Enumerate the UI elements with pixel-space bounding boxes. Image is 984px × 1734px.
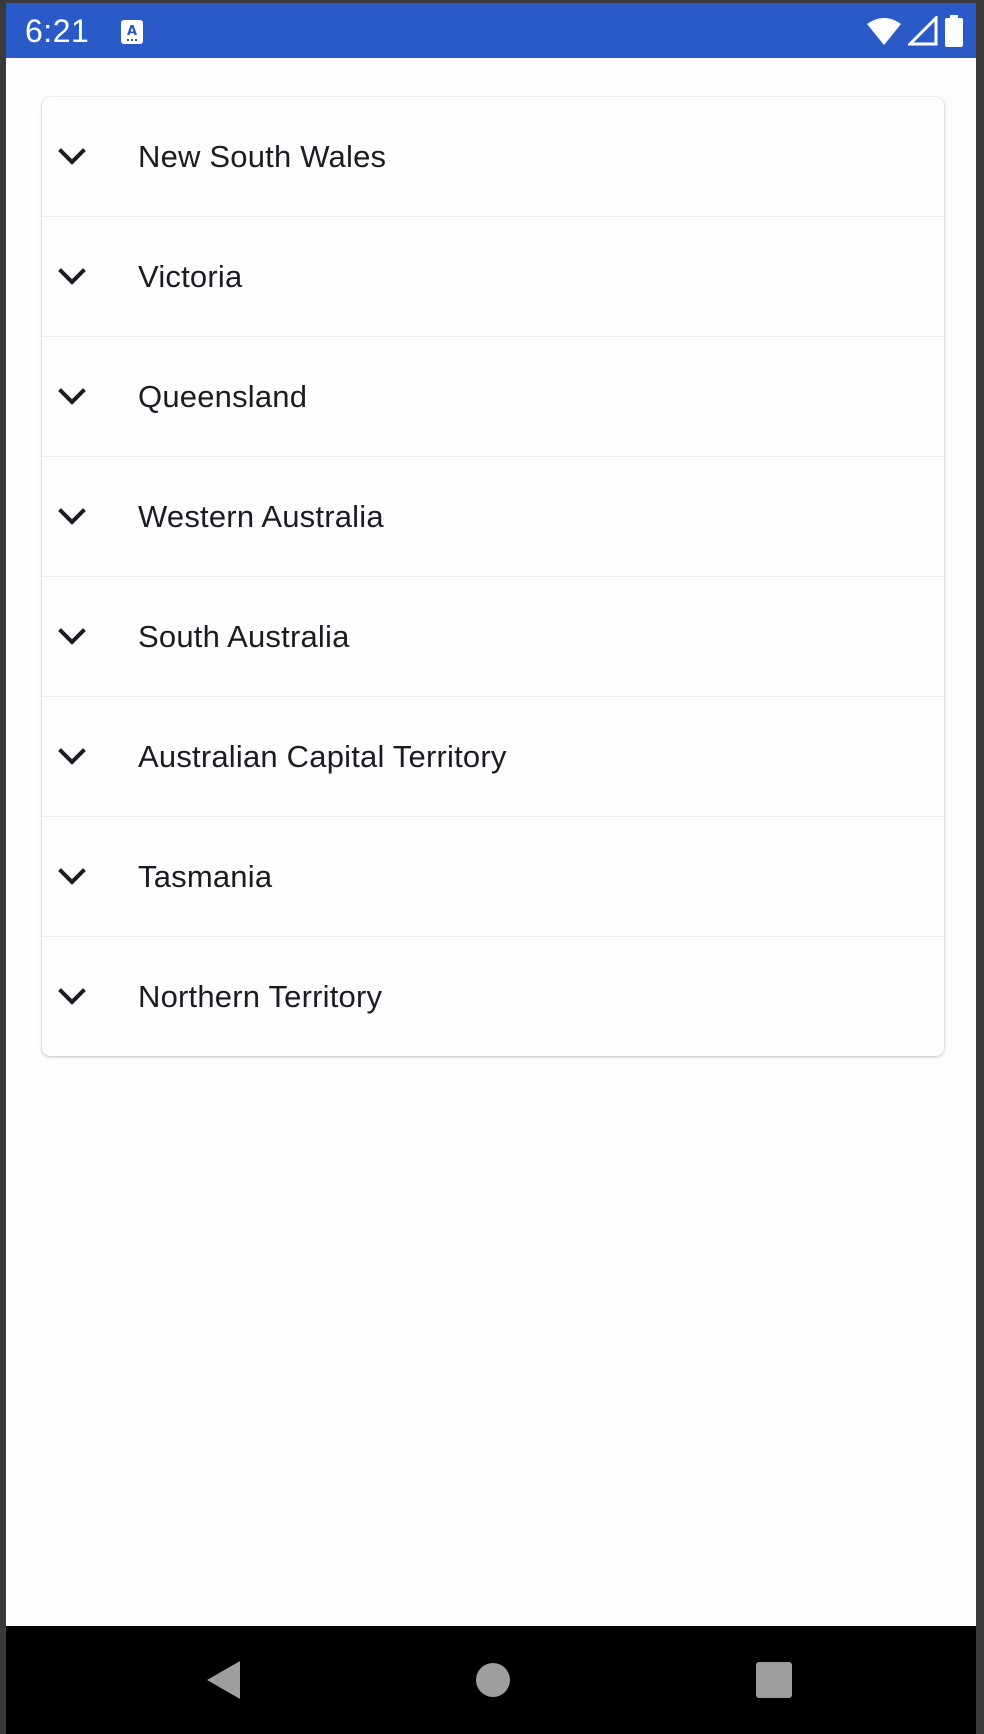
screen: 6:21 A New South Wales Victoria Queensla… <box>6 3 976 1734</box>
accordion-item-western-australia[interactable]: Western Australia <box>42 457 944 577</box>
chevron-down-icon <box>58 147 86 165</box>
home-icon[interactable] <box>475 1662 511 1698</box>
status-bar: 6:21 A <box>6 3 976 58</box>
chevron-down-icon <box>58 387 86 405</box>
chevron-down-icon <box>58 867 86 885</box>
recents-icon[interactable] <box>756 1662 792 1698</box>
accordion-item-label: Northern Territory <box>138 978 383 1014</box>
accordion-item-label: Australian Capital Territory <box>138 738 507 774</box>
wifi-icon <box>867 18 901 45</box>
accordion-item-label: Tasmania <box>138 858 273 894</box>
accordion-item-new-south-wales[interactable]: New South Wales <box>42 97 944 217</box>
status-time: 6:21 <box>25 13 90 49</box>
accordion-item-northern-territory[interactable]: Northern Territory <box>42 937 944 1056</box>
accordion-item-label: Western Australia <box>138 498 384 534</box>
battery-icon <box>945 15 963 47</box>
chevron-down-icon <box>58 987 86 1005</box>
chevron-down-icon <box>58 507 86 525</box>
accordion-item-queensland[interactable]: Queensland <box>42 337 944 457</box>
accordion-item-label: New South Wales <box>138 138 387 174</box>
accordion-item-label: South Australia <box>138 618 350 654</box>
chevron-down-icon <box>58 267 86 285</box>
status-icons <box>866 15 964 47</box>
cell-signal-icon <box>908 16 938 46</box>
accordion-item-tasmania[interactable]: Tasmania <box>42 817 944 937</box>
app-notification-icon: A <box>121 20 143 44</box>
accordion-item-label: Victoria <box>138 258 243 294</box>
accordion-item-south-australia[interactable]: South Australia <box>42 577 944 697</box>
svg-text:A: A <box>127 24 137 39</box>
back-icon[interactable] <box>204 1659 244 1701</box>
accordion-item-label: Queensland <box>138 378 308 414</box>
chevron-down-icon <box>58 627 86 645</box>
accordion-item-australian-capital-territory[interactable]: Australian Capital Territory <box>42 697 944 817</box>
navigation-bar <box>6 1626 976 1734</box>
accordion-item-victoria[interactable]: Victoria <box>42 217 944 337</box>
states-accordion: New South Wales Victoria Queensland West… <box>42 97 944 1056</box>
chevron-down-icon <box>58 747 86 765</box>
device-frame: 6:21 A New South Wales Victoria Queensla… <box>0 0 984 1734</box>
